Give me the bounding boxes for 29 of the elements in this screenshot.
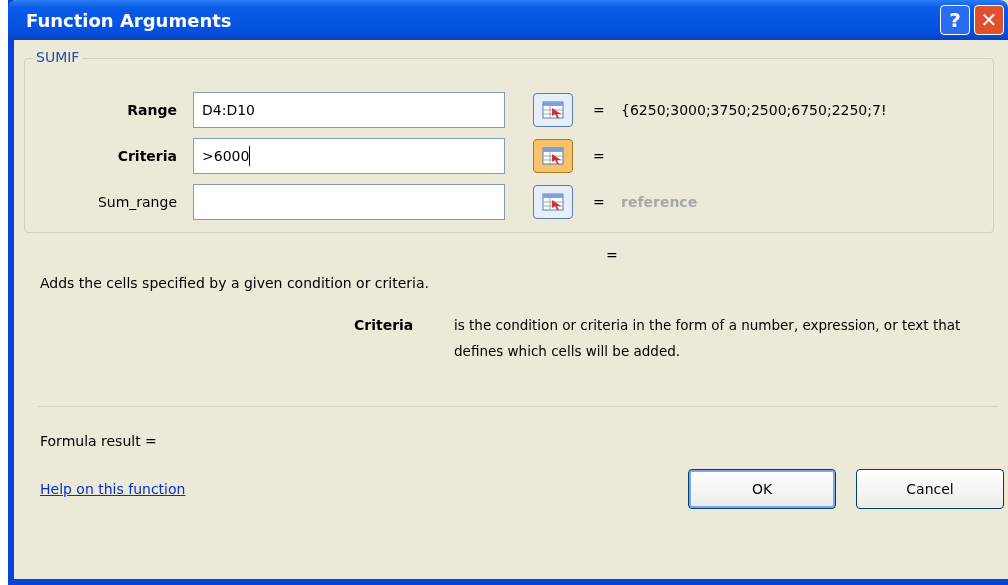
argument-field[interactable]: D4:D10 (193, 92, 505, 128)
equals-sign: = (606, 247, 618, 263)
range-select-icon (542, 147, 564, 165)
window-title: Function Arguments (26, 9, 232, 31)
argument-description: is the condition or criteria in the form of a number, expression, or text that defines which cells will be added. (454, 316, 962, 361)
close-button[interactable]: ✕ (974, 5, 1004, 35)
help-link[interactable]: Help on this function (40, 481, 186, 497)
formula-result-label: Formula result = (39, 433, 158, 449)
collapse-dialog-button[interactable] (533, 139, 573, 173)
function-name: SUMIF (33, 49, 83, 65)
argument-field[interactable]: >6000 (193, 138, 505, 174)
argument-label: Range (126, 102, 178, 118)
argument-value: {6250;3000;3750;2500;6750;2250;7! (621, 102, 887, 118)
equals-sign: = (593, 102, 606, 118)
dialog-button[interactable]: OK (688, 469, 836, 509)
collapse-dialog-button[interactable] (533, 185, 573, 219)
argument-value: reference (621, 194, 698, 210)
equals-sign: = (593, 148, 606, 164)
argument-label: Criteria (116, 148, 178, 164)
collapse-dialog-button[interactable] (533, 93, 573, 127)
argument-label: Sum_range (96, 194, 178, 210)
dialog-button[interactable]: Cancel (856, 469, 1004, 509)
argument-field[interactable] (193, 184, 505, 220)
equals-sign: = (593, 194, 606, 210)
help-button[interactable]: ? (940, 5, 970, 35)
range-select-icon (542, 101, 564, 119)
argument-name: Criteria (354, 317, 415, 335)
function-description: Adds the cells specified by a given condition or criteria. (39, 275, 430, 291)
range-select-icon (542, 193, 564, 211)
